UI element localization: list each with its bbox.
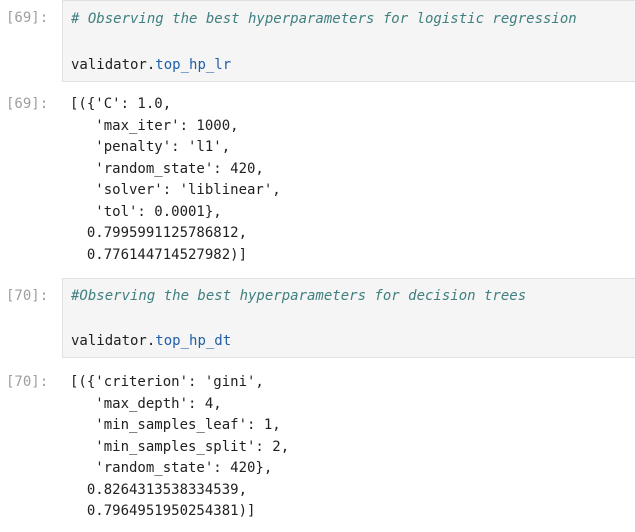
code-attr-70: top_hp_dt [155, 333, 232, 349]
output-line: 0.776144714527982)] [70, 246, 248, 263]
output-line: 0.7995991125786812, [70, 225, 248, 241]
code-input-70[interactable]: #Observing the best hyperparameters for … [62, 278, 635, 358]
output-area-70: [({'criterion': 'gini', 'max_depth': 4, … [62, 366, 635, 526]
output-line: 'penalty': 'l1', [70, 139, 231, 155]
output-line: 'random_state': 420, [70, 160, 264, 177]
output-line: 'max_iter': 1000, [70, 117, 239, 134]
code-input-69[interactable]: # Observing the best hyperparameters for… [62, 0, 635, 82]
output-line: 'tol': 0.0001}, [70, 203, 222, 220]
code-object-69: validator [71, 57, 147, 73]
output-line: [({'criterion': 'gini', [70, 374, 264, 390]
output-cell-69: [69]: [({'C': 1.0, 'max_iter': 1000, 'pe… [0, 88, 635, 268]
code-expression-70: validator.top_hp_dt [71, 331, 231, 351]
input-prompt-69: [69]: [6, 10, 49, 26]
code-cell-70[interactable]: [70]: #Observing the best hyperparameter… [0, 278, 635, 358]
code-cell-69[interactable]: [69]: # Observing the best hyperparamete… [0, 0, 635, 82]
output-area-69: [({'C': 1.0, 'max_iter': 1000, 'penalty'… [62, 88, 635, 268]
output-line: [({'C': 1.0, [70, 96, 172, 112]
code-comment-70: #Observing the best hyperparameters for … [71, 288, 527, 304]
code-expression-69: validator.top_hp_lr [71, 55, 231, 75]
output-cell-70: [70]: [({'criterion': 'gini', 'max_depth… [0, 366, 635, 526]
input-prompt-70: [70]: [6, 288, 49, 304]
output-line: 'max_depth': 4, [70, 395, 222, 412]
output-line: 0.7964951950254381)] [70, 503, 256, 519]
output-line: 'random_state': 420}, [70, 460, 273, 476]
code-comment-69: # Observing the best hyperparameters for… [71, 11, 577, 27]
output-prompt-69: [69]: [6, 96, 49, 112]
output-line: 'min_samples_split': 2, [70, 438, 290, 455]
output-line: 'solver': 'liblinear', [70, 182, 281, 198]
code-object-70: validator [71, 333, 147, 349]
output-line: 0.8264313538334539, [70, 481, 248, 498]
output-line: 'min_samples_leaf': 1, [70, 417, 281, 433]
output-prompt-70: [70]: [6, 374, 49, 390]
code-attr-69: top_hp_lr [155, 57, 232, 73]
